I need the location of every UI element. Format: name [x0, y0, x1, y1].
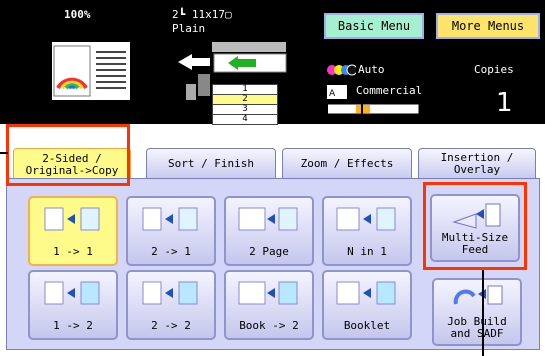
job-build-icon — [453, 285, 503, 305]
tray-4[interactable]: 4 — [212, 115, 278, 125]
basic-menu-button[interactable]: Basic Menu — [324, 13, 424, 39]
settings-panel: Basic Menu More Menus Auto Copies A Comm… — [318, 0, 545, 124]
option-label: Book -> 2 — [239, 319, 299, 332]
option-label: Booklet — [343, 319, 391, 332]
color-mode-label: Auto — [358, 63, 385, 76]
tab-insertion-overlay[interactable]: Insertion / Overlay — [418, 148, 536, 178]
tray-table: 1 2 3 4 — [212, 84, 278, 125]
paper-type: Plain — [172, 22, 206, 35]
two-page-icon — [238, 207, 298, 231]
copies-label: Copies — [474, 63, 514, 76]
tab-zoom-effects-label: Zoom / Effects — [300, 156, 394, 170]
booklet-icon — [336, 281, 396, 305]
tab-zoom-effects[interactable]: Zoom / Effects — [282, 148, 412, 178]
job-build-label: Job Build and SADF — [447, 315, 507, 340]
two-to-one-icon — [142, 207, 198, 231]
more-menus-button[interactable]: More Menus — [436, 13, 540, 39]
option-2-page[interactable]: 2 Page — [224, 196, 314, 266]
option-booklet[interactable]: Booklet — [322, 270, 412, 340]
option-label: 2 -> 2 — [151, 319, 191, 332]
document-preview-icon — [52, 42, 130, 100]
job-build-sadf-button[interactable]: Job Build and SADF — [432, 278, 522, 346]
quality-mode-label: Commercial — [356, 84, 423, 97]
option-label: 2 Page — [249, 245, 289, 258]
tab-insertion-line2: Overlay — [453, 162, 501, 176]
paper-size: 2┗ 11x17▢ — [172, 8, 232, 21]
option-label: 1 -> 2 — [53, 319, 93, 332]
copies-count[interactable]: 1 — [496, 88, 513, 118]
option-1-to-1[interactable]: 1 -> 1 — [28, 196, 118, 266]
tab-sort-finish-label: Sort / Finish — [167, 156, 255, 170]
svg-text:A: A — [329, 89, 336, 99]
option-label: 2 -> 1 — [151, 245, 191, 258]
density-slider[interactable] — [328, 103, 424, 115]
option-n-in-1[interactable]: N in 1 — [322, 196, 412, 266]
tab-sort-finish[interactable]: Sort / Finish — [146, 148, 276, 178]
one-to-two-icon — [44, 281, 100, 305]
option-2-to-2[interactable]: 2 -> 2 — [126, 270, 216, 340]
commercial-mode-icon: A — [327, 85, 347, 99]
two-to-two-icon — [142, 281, 198, 305]
zoom-level: 100% — [64, 8, 91, 21]
option-book-to-2[interactable]: Book -> 2 — [224, 270, 314, 340]
option-2-to-1[interactable]: 2 -> 1 — [126, 196, 216, 266]
callout-line-left — [0, 152, 8, 154]
tab-insertion-line1: Insertion / — [440, 150, 514, 164]
color-mode-icon — [327, 64, 356, 76]
option-label: 1 -> 1 — [53, 245, 93, 258]
one-to-one-icon — [44, 207, 100, 231]
book-to-two-icon — [238, 281, 298, 305]
option-label: N in 1 — [347, 245, 387, 258]
n-in-one-icon — [336, 207, 396, 231]
option-1-to-2[interactable]: 1 -> 2 — [28, 270, 118, 340]
highlight-multi-size-feed — [423, 182, 527, 270]
callout-line-bottom — [482, 270, 484, 356]
status-panel: 100% 2┗ 11x17▢ Plain 1 2 3 4 Basic Menu … — [0, 0, 545, 125]
highlight-2-sided-tab — [6, 124, 130, 186]
